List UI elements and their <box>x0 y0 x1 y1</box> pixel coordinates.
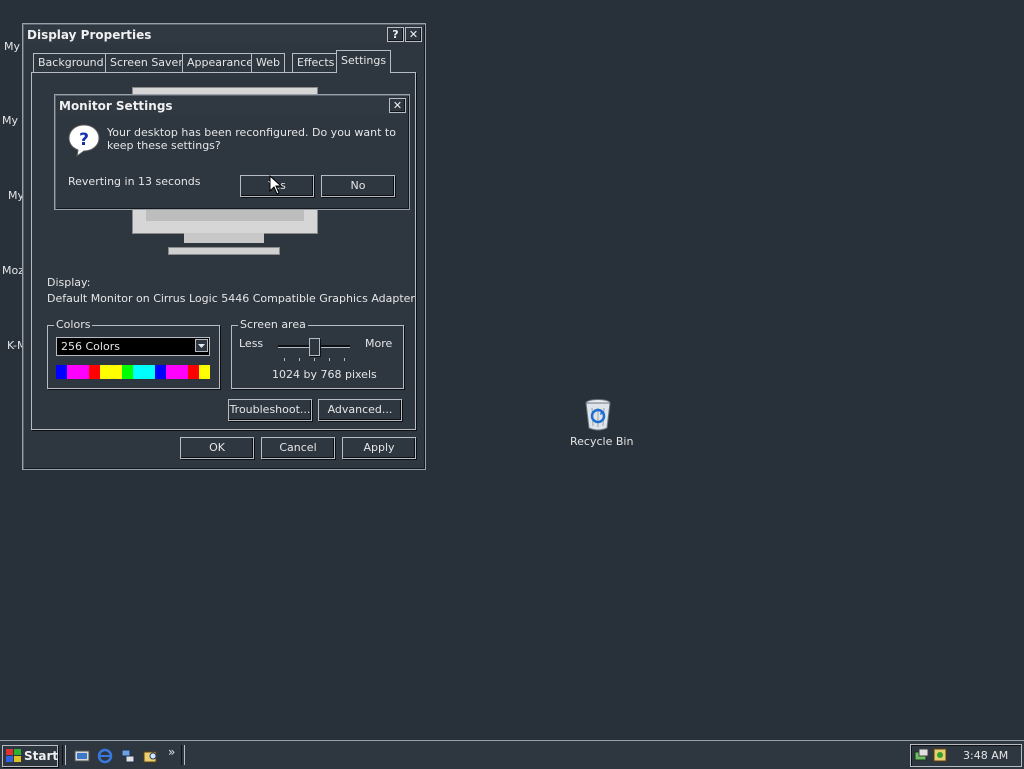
cancel-button[interactable]: Cancel <box>261 437 335 459</box>
palette-swatch <box>166 365 177 379</box>
screen-area-group-label: Screen area <box>238 318 308 331</box>
troubleshoot-button[interactable]: Troubleshoot... <box>228 399 312 421</box>
monitor-settings-title: Monitor Settings <box>59 99 173 113</box>
color-palette-bar <box>56 365 210 379</box>
recycle-bin-desktop-icon[interactable]: Recycle Bin <box>562 398 634 450</box>
display-label: Display: <box>47 276 91 289</box>
tab-effects[interactable]: Effects <box>292 53 340 72</box>
colors-dropdown-value: 256 Colors <box>61 340 120 353</box>
palette-swatch <box>144 365 155 379</box>
close-icon: ✕ <box>408 28 419 41</box>
display-adapter-value: Default Monitor on Cirrus Logic 5446 Com… <box>47 292 415 305</box>
display-properties-window: Display Properties ? ✕ Background Screen… <box>22 23 426 470</box>
palette-swatch <box>188 365 199 379</box>
close-icon: ✕ <box>392 99 403 112</box>
ok-button[interactable]: OK <box>180 437 254 459</box>
colors-dropdown[interactable]: 256 Colors <box>56 337 210 356</box>
desktop-icon-label-mozilla[interactable]: Moz <box>2 264 24 277</box>
help-button[interactable]: ? <box>387 27 404 42</box>
dialog-close-button[interactable]: ✕ <box>389 98 406 113</box>
apply-button[interactable]: Apply <box>342 437 416 459</box>
chevron-down-icon[interactable] <box>195 339 208 352</box>
less-label: Less <box>239 337 264 350</box>
palette-swatch <box>89 365 100 379</box>
advanced-button[interactable]: Advanced... <box>318 399 402 421</box>
quicklaunch-chevron[interactable]: » <box>168 745 175 759</box>
colors-group: Colors 256 Colors <box>47 318 220 389</box>
desktop-icon-label-my-documents[interactable]: My <box>4 40 20 53</box>
resolution-label: 1024 by 768 pixels <box>272 368 377 381</box>
screen-area-group: Screen area Less More 1024 by 768 pixels <box>231 318 404 389</box>
display-properties-titlebar[interactable]: Display Properties <box>25 26 423 44</box>
palette-swatch <box>67 365 78 379</box>
tab-web[interactable]: Web <box>251 53 285 72</box>
palette-swatch <box>133 365 144 379</box>
confirmation-message: Your desktop has been reconfigured. Do y… <box>107 126 396 152</box>
tab-appearance[interactable]: Appearance <box>182 53 259 72</box>
start-label: Start <box>24 749 59 763</box>
monitor-settings-titlebar[interactable]: Monitor Settings <box>57 97 407 115</box>
colors-group-label: Colors <box>54 318 93 331</box>
palette-swatch <box>199 365 210 379</box>
explorer-icon[interactable] <box>143 748 159 764</box>
more-label: More <box>365 337 393 350</box>
tab-screen-saver[interactable]: Screen Saver <box>105 53 188 72</box>
palette-swatch <box>111 365 122 379</box>
show-desktop-icon[interactable] <box>74 748 90 764</box>
system-tray: 3:48 AM <box>910 744 1022 767</box>
palette-swatch <box>177 365 188 379</box>
no-button[interactable]: No <box>321 175 395 197</box>
display-tray-icon[interactable] <box>914 747 930 763</box>
palette-swatch <box>155 365 166 379</box>
question-icon: ? <box>68 124 100 157</box>
mouse-cursor-icon <box>269 175 283 195</box>
slider-thumb[interactable] <box>309 338 320 356</box>
scheduler-tray-icon[interactable] <box>932 747 948 763</box>
palette-swatch <box>56 365 67 379</box>
start-button[interactable]: Start <box>2 745 58 767</box>
tab-settings[interactable]: Settings <box>336 50 392 73</box>
recycle-bin-icon <box>585 399 611 431</box>
monitor-settings-dialog: Monitor Settings ✕ ? Your desktop has be… <box>54 94 410 210</box>
internet-explorer-icon[interactable] <box>97 748 113 764</box>
close-button[interactable]: ✕ <box>405 27 422 42</box>
tab-background[interactable]: Background <box>33 53 109 72</box>
display-properties-title: Display Properties <box>27 28 152 42</box>
clock: 3:48 AM <box>963 749 1009 762</box>
revert-countdown: Reverting in 13 seconds <box>68 175 201 188</box>
windows-logo-icon <box>6 749 21 762</box>
recycle-bin-label: Recycle Bin <box>570 435 634 448</box>
svg-text:?: ? <box>79 130 89 150</box>
screen-area-slider[interactable] <box>278 338 350 362</box>
palette-swatch <box>78 365 89 379</box>
palette-swatch <box>122 365 133 379</box>
taskbar: Start » 3:48 AM <box>0 740 1024 769</box>
palette-swatch <box>100 365 111 379</box>
taskbar-separator-2 <box>181 745 185 765</box>
network-icon[interactable] <box>120 748 136 764</box>
taskbar-separator <box>62 745 66 765</box>
